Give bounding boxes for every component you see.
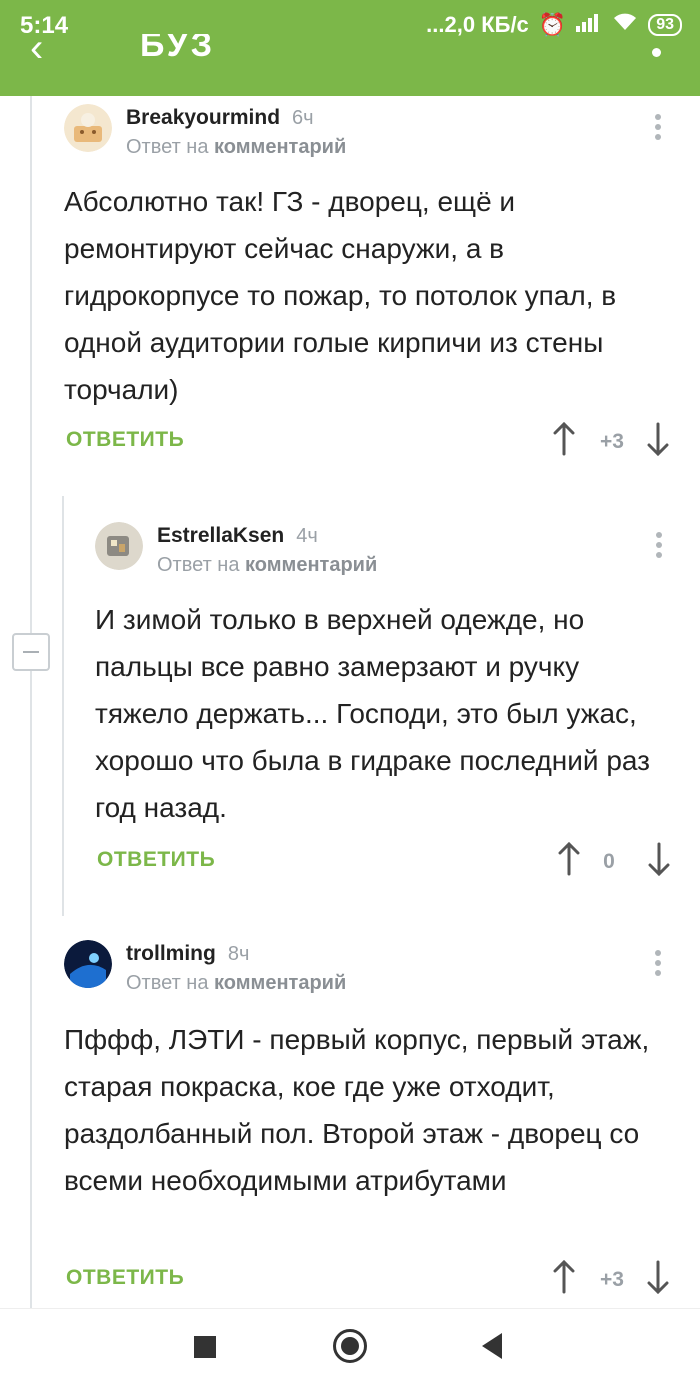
upvote-arrow-icon[interactable] bbox=[552, 422, 576, 456]
reply-to-prefix: Ответ на bbox=[126, 136, 209, 158]
username[interactable]: EstrellaKsen bbox=[157, 524, 284, 547]
comment-time: 6ч bbox=[292, 107, 314, 129]
thread-line bbox=[30, 96, 32, 1308]
username[interactable]: trollming bbox=[126, 942, 216, 965]
reply-to-link[interactable]: комментарий bbox=[214, 972, 346, 994]
battery-indicator: 93 bbox=[648, 14, 682, 36]
username[interactable]: Breakyourmind bbox=[126, 106, 280, 129]
avatar[interactable] bbox=[64, 104, 112, 152]
reply-button[interactable]: ОТВЕТИТЬ bbox=[66, 1266, 184, 1290]
rating-count: +3 bbox=[600, 430, 624, 453]
rating-count: 0 bbox=[603, 850, 615, 873]
reply-to-prefix: Ответ на bbox=[126, 972, 209, 994]
vote-controls: +3 bbox=[552, 422, 672, 462]
comment-time: 8ч bbox=[227, 943, 250, 965]
comment: Breakyourmind 6ч Ответ на комментарий Абс… bbox=[64, 104, 684, 464]
comment-text: Пффф, ЛЭТИ - первый корпус, первый этаж,… bbox=[64, 1024, 650, 1196]
upvote-arrow-icon[interactable] bbox=[552, 1260, 576, 1294]
downvote-arrow-icon[interactable] bbox=[646, 1260, 670, 1294]
thread-line-nested bbox=[62, 496, 64, 916]
avatar[interactable] bbox=[64, 940, 112, 988]
comment-text: И зимой только в верхней одежде, но паль… bbox=[95, 604, 650, 823]
upvote-arrow-icon[interactable] bbox=[557, 842, 581, 876]
comment-text: Абсолютно так! ГЗ - дворец, ещё и ремонт… bbox=[64, 186, 617, 405]
more-vertical-icon[interactable] bbox=[655, 532, 663, 562]
reply-to-prefix: Ответ на bbox=[157, 554, 240, 576]
page-title: БУЗ bbox=[140, 34, 216, 58]
downvote-arrow-icon[interactable] bbox=[647, 842, 671, 876]
reply-to-link[interactable]: комментарий bbox=[214, 136, 346, 158]
reply-button[interactable]: ОТВЕТИТЬ bbox=[97, 848, 215, 872]
back-arrow-icon[interactable]: ‹ bbox=[30, 34, 43, 58]
avatar[interactable] bbox=[95, 522, 143, 570]
back-icon[interactable] bbox=[482, 1333, 502, 1359]
top-bar: 5:14 ...2,0 КБ/с ⏰ 93 ‹ БУЗ bbox=[0, 0, 700, 96]
comment: trollming 8ч Ответ на комментарий Пффф, Л… bbox=[64, 940, 684, 1300]
system-navigation-bar bbox=[0, 1308, 700, 1400]
vote-controls: +3 bbox=[552, 1260, 672, 1300]
reply-button[interactable]: ОТВЕТИТЬ bbox=[66, 428, 184, 452]
comment: EstrellaKsen 4ч Ответ на комментарий И зи… bbox=[95, 522, 685, 882]
downvote-arrow-icon[interactable] bbox=[646, 422, 670, 456]
appbar-menu-icon[interactable] bbox=[652, 48, 661, 57]
reply-to-link[interactable]: комментарий bbox=[245, 554, 377, 576]
recents-icon[interactable] bbox=[194, 1336, 216, 1358]
comment-time: 4ч bbox=[296, 525, 318, 547]
collapse-thread-button[interactable] bbox=[12, 633, 50, 671]
more-vertical-icon[interactable] bbox=[654, 950, 662, 980]
vote-controls: 0 bbox=[557, 842, 677, 882]
home-icon[interactable] bbox=[333, 1329, 367, 1363]
rating-count: +3 bbox=[600, 1268, 624, 1291]
more-vertical-icon[interactable] bbox=[654, 114, 662, 144]
